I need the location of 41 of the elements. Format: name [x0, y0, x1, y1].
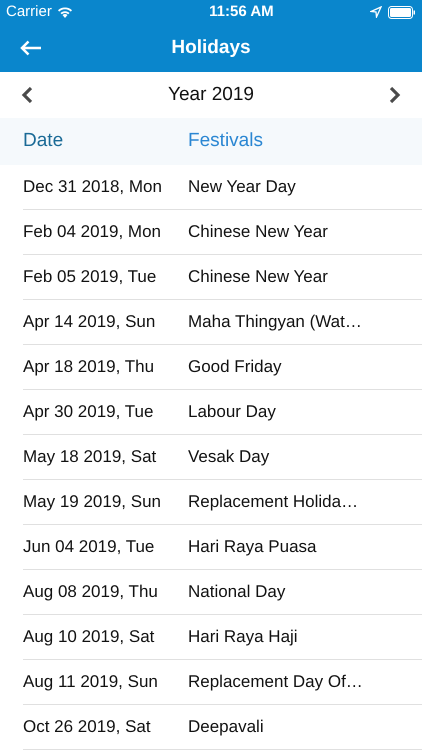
date-cell-text: Apr 14 2019, Sun	[23, 311, 156, 334]
festival-cell-text: National Day	[188, 581, 286, 604]
next-year-button[interactable]	[388, 86, 402, 104]
festival-cell-text: Replacement Holida…	[188, 491, 358, 514]
chevron-left-icon	[20, 86, 34, 104]
festival-cell-text: Deepavali	[188, 716, 264, 738]
battery-icon	[388, 6, 416, 18]
column-header: Festivals	[188, 129, 263, 154]
festival-cell-text: Chinese New Year	[188, 266, 328, 288]
festival-cell-text: Maha Thingyan (Wat…	[188, 311, 362, 334]
wifi-icon	[56, 6, 73, 18]
date-cell-text: Aug 10 2019, Sat	[23, 626, 156, 648]
date-cell-text: Feb 04 2019, Mon	[23, 221, 162, 244]
date-cell-text: Oct 26 2019, Sat	[23, 716, 152, 738]
date-cell-text: Apr 18 2019, Thu	[23, 356, 156, 378]
page-title: Holidays	[171, 36, 251, 60]
date-cell-text: Aug 11 2019, Sun	[23, 671, 159, 694]
festival-cell-text: Good Friday	[188, 356, 282, 378]
festival-cell-text: Chinese New Year	[188, 221, 328, 244]
back-button[interactable]	[18, 38, 44, 58]
status-time: 11:56 AM	[209, 2, 274, 22]
date-cell-text: May 19 2019, Sun	[23, 491, 162, 514]
festival-cell-text: Hari Raya Haji	[188, 626, 298, 648]
date-cell-text: Aug 08 2019, Thu	[23, 581, 159, 604]
date-cell-text: Dec 31 2018, Mon	[23, 176, 163, 198]
chevron-right-icon	[388, 86, 402, 104]
location-arrow-icon	[370, 6, 382, 18]
date-cell-text: Apr 30 2019, Tue	[23, 401, 154, 424]
column-header: Date	[22, 129, 64, 154]
date-cell-text: Feb 05 2019, Tue	[23, 266, 158, 288]
date-cell-text: Jun 04 2019, Tue	[23, 536, 156, 558]
festival-cell-text: Hari Raya Puasa	[188, 536, 317, 558]
festival-cell-text: Replacement Day Of…	[188, 671, 363, 694]
festival-cell-text: Vesak Day	[188, 446, 270, 468]
previous-year-button[interactable]	[20, 86, 34, 104]
year-label: Year 2019	[168, 82, 254, 107]
festival-cell-text: Labour Day	[188, 401, 276, 424]
carrier-label: Carrier	[6, 2, 52, 22]
back-arrow-icon	[20, 40, 42, 56]
date-cell-text: May 18 2019, Sat	[23, 446, 158, 468]
festival-cell-text: New Year Day	[188, 176, 296, 198]
